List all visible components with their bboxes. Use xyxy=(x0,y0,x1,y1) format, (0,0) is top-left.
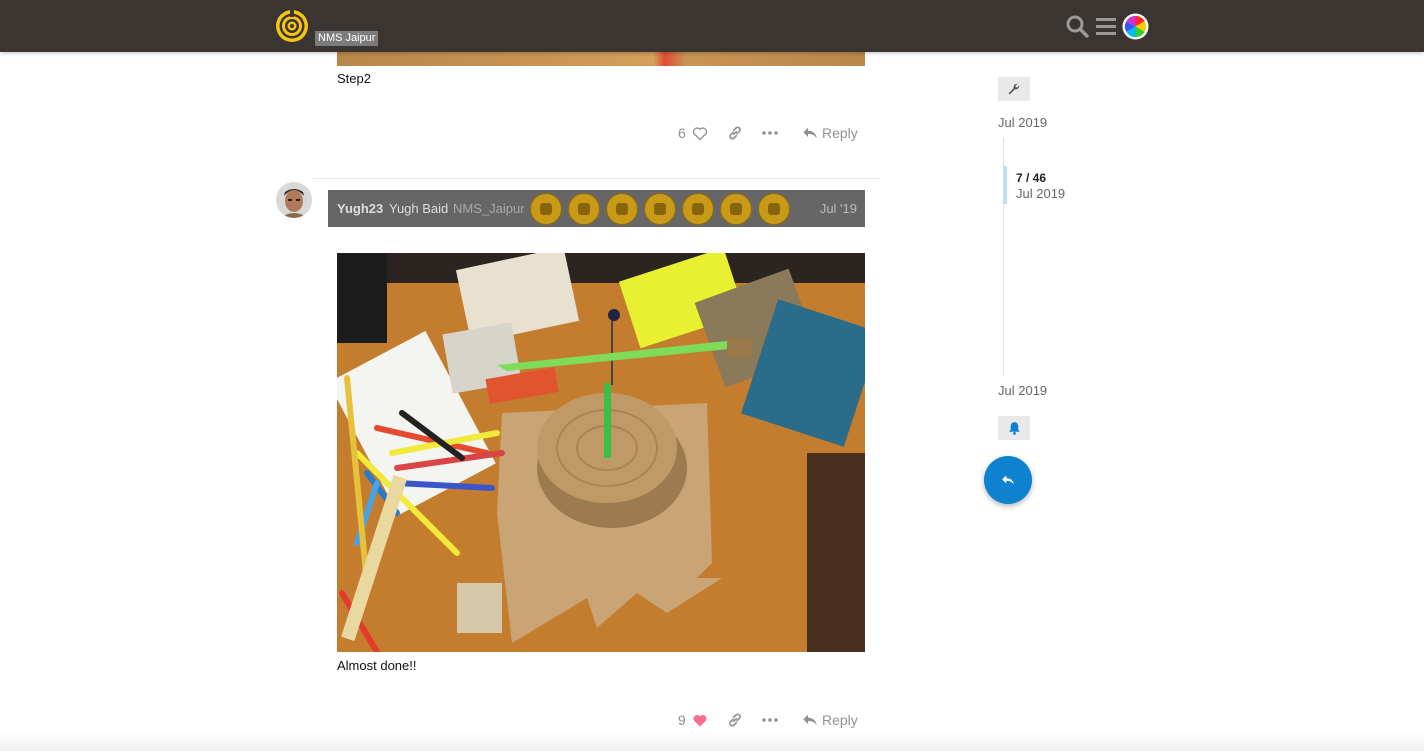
more-actions-button[interactable] xyxy=(762,120,778,146)
post-divider xyxy=(313,178,880,179)
post-date[interactable]: Jul '19 xyxy=(820,201,857,216)
heart-filled-icon xyxy=(693,714,707,726)
badge-icon[interactable] xyxy=(720,193,752,225)
copy-link-button[interactable] xyxy=(727,707,743,733)
timeline-position-date: Jul 2019 xyxy=(1016,186,1066,201)
logo-icon[interactable] xyxy=(275,9,309,43)
site-badge[interactable]: NMS Jaipur xyxy=(315,31,379,46)
link-icon xyxy=(729,126,741,140)
like-button[interactable]: 6 xyxy=(678,120,708,146)
like-count: 9 xyxy=(678,712,686,728)
badge-icon[interactable] xyxy=(682,193,714,225)
badge-icon[interactable] xyxy=(530,193,562,225)
reply-label: Reply xyxy=(822,712,858,728)
wrench-icon xyxy=(1008,83,1020,95)
timeline-position: 7 / 46 xyxy=(1016,171,1047,185)
post-caption: Almost done!! xyxy=(337,658,417,673)
username-link[interactable]: Yugh23 xyxy=(337,201,383,216)
reply-label: Reply xyxy=(822,125,858,141)
reply-topic-button[interactable] xyxy=(984,456,1032,504)
reply-icon xyxy=(1002,475,1014,485)
search-icon[interactable] xyxy=(1065,14,1089,38)
badge-icon[interactable] xyxy=(758,193,790,225)
post-caption: Step2 xyxy=(337,71,371,86)
admin-wrench-button[interactable] xyxy=(998,77,1030,101)
ellipsis-icon xyxy=(762,718,778,722)
badge-icon[interactable] xyxy=(606,193,638,225)
user-avatar[interactable] xyxy=(1122,13,1149,40)
like-count: 6 xyxy=(678,125,686,141)
post-image-step2[interactable] xyxy=(337,52,865,66)
like-button[interactable]: 9 xyxy=(678,707,708,733)
full-name: Yugh Baid xyxy=(389,201,449,216)
bell-icon xyxy=(1008,422,1020,435)
more-actions-button[interactable] xyxy=(762,707,778,733)
reply-button[interactable]: Reply xyxy=(802,707,858,733)
post-image-almost-done[interactable] xyxy=(337,253,865,652)
hamburger-menu-icon[interactable] xyxy=(1094,14,1118,38)
copy-link-button[interactable] xyxy=(727,120,743,146)
user-badges xyxy=(530,193,790,225)
reply-icon xyxy=(803,714,817,726)
timeline-end-date[interactable]: Jul 2019 xyxy=(998,383,1047,398)
reply-button[interactable]: Reply xyxy=(802,120,858,146)
bottom-edge xyxy=(0,731,1424,751)
timeline-start-date[interactable]: Jul 2019 xyxy=(998,115,1047,130)
timeline-handle[interactable] xyxy=(1003,166,1007,204)
badge-icon[interactable] xyxy=(644,193,676,225)
post-header: Yugh23 Yugh Baid NMS_Jaipur Jul '19 xyxy=(328,190,865,227)
ellipsis-icon xyxy=(762,131,778,135)
top-header: NMS Jaipur xyxy=(0,0,1424,52)
post-actions: 9 Reply xyxy=(670,707,865,733)
user-group[interactable]: NMS_Jaipur xyxy=(453,201,525,216)
heart-outline-icon xyxy=(692,126,707,140)
post-author-avatar[interactable] xyxy=(276,182,312,218)
notifications-button[interactable] xyxy=(998,416,1030,440)
post-actions: 6 Reply xyxy=(670,120,865,146)
reply-icon xyxy=(803,127,817,139)
badge-icon[interactable] xyxy=(568,193,600,225)
link-icon xyxy=(729,713,741,727)
